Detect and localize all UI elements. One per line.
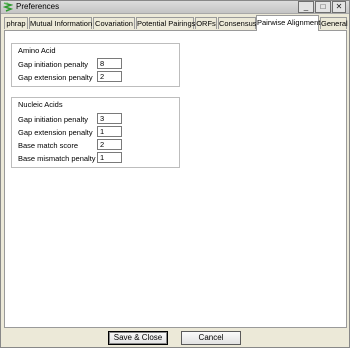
pairwise-alignment-panel: Amino Acid Gap initiation penalty Gap ex… [4,30,347,328]
aa-gap-initiation-input[interactable] [97,58,122,69]
base-match-score-label: Base match score [18,141,79,150]
tab-potential-pairings[interactable]: Potential Pairings [136,17,195,29]
tab-covariation[interactable]: Covariation [93,17,135,29]
base-mismatch-penalty-input[interactable] [97,152,122,163]
tab-mutual-information[interactable]: Mutual Information [29,17,92,29]
preferences-window: Preferences _ □ ✕ phrap Mutual Informati… [0,0,350,348]
save-close-button[interactable]: Save & Close [108,331,168,345]
maximize-button[interactable]: □ [315,1,331,13]
amino-acid-title: Amino Acid [18,46,56,55]
minimize-button[interactable]: _ [298,1,314,13]
title-bar[interactable]: Preferences _ □ ✕ [1,1,349,14]
close-button[interactable]: ✕ [332,1,346,13]
na-gap-initiation-input[interactable] [97,113,122,124]
nucleic-acids-title: Nucleic Acids [18,100,63,109]
dna-helix-icon [3,2,13,12]
tab-pairwise-alignment[interactable]: Pairwise Alignment [256,15,320,31]
base-match-score-input[interactable] [97,139,122,150]
tab-orfs[interactable]: ORFs [195,17,217,29]
na-gap-initiation-label: Gap initiation penalty [18,115,89,124]
aa-gap-initiation-label: Gap initiation penalty [18,60,89,69]
nucleic-acids-group: Nucleic Acids Gap initiation penalty Gap… [11,97,180,168]
tab-consensus[interactable]: Consensus [218,17,257,29]
tab-strip: phrap Mutual Information Covariation Pot… [4,15,348,31]
na-gap-extension-label: Gap extension penalty [18,128,93,137]
button-bar: Save & Close Cancel [1,329,349,347]
amino-acid-group: Amino Acid Gap initiation penalty Gap ex… [11,43,180,87]
aa-gap-extension-input[interactable] [97,71,122,82]
tab-general[interactable]: General [320,17,348,29]
tab-phrap[interactable]: phrap [4,17,28,29]
base-mismatch-penalty-label: Base mismatch penalty [18,154,96,163]
window-title: Preferences [16,2,60,11]
na-gap-extension-input[interactable] [97,126,122,137]
aa-gap-extension-label: Gap extension penalty [18,73,93,82]
cancel-button[interactable]: Cancel [181,331,241,345]
